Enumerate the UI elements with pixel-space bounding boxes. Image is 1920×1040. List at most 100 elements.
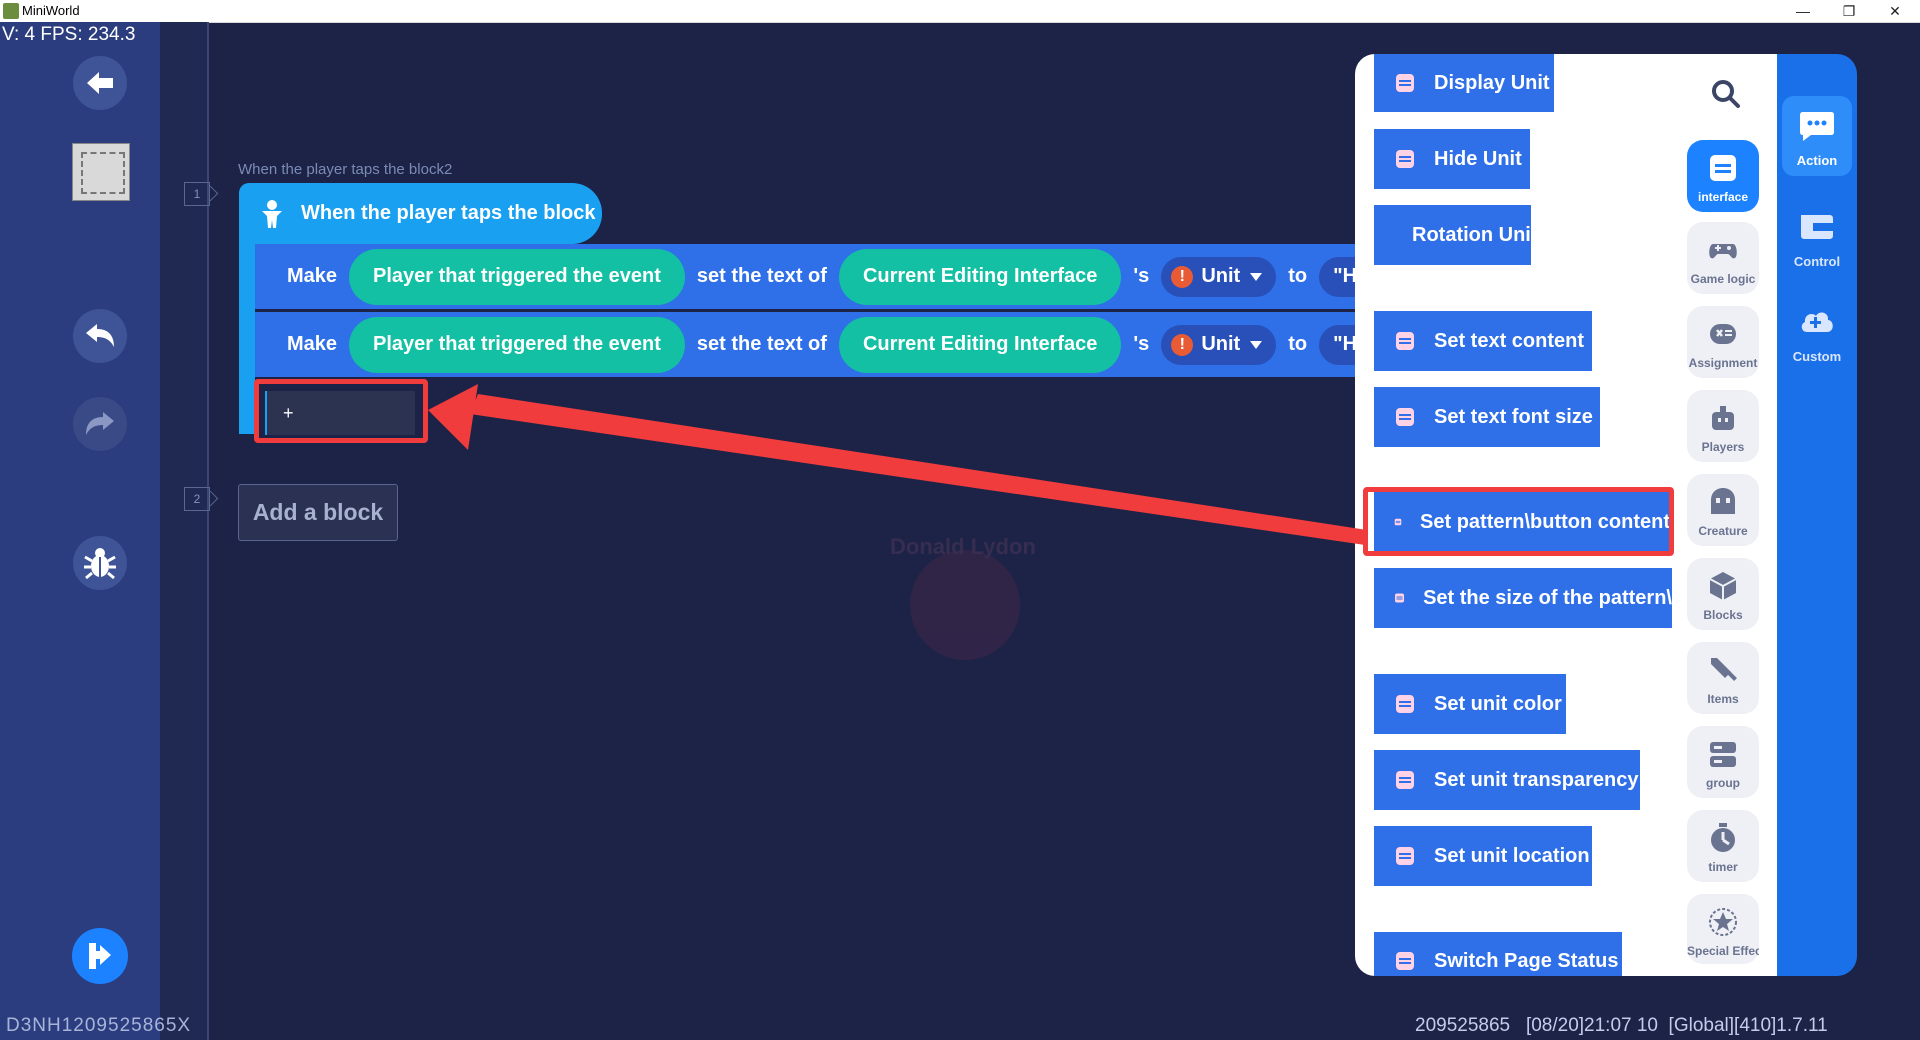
- block-label: Rotation Unit: [1412, 223, 1531, 246]
- block-set-pattern-size[interactable]: Set the size of the pattern\: [1374, 568, 1672, 628]
- undo-icon: [86, 324, 114, 347]
- category-interface[interactable]: interface: [1687, 140, 1759, 212]
- block-label: Set unit transparency: [1434, 768, 1639, 791]
- creature-icon: [1711, 488, 1735, 514]
- control-icon: [1801, 215, 1833, 239]
- event-block[interactable]: When the player taps the block: [239, 183, 602, 244]
- search-icon[interactable]: [1711, 79, 1741, 109]
- block-set-unit-color[interactable]: Set unit color: [1374, 674, 1566, 734]
- unit-dropdown[interactable]: ! Unit: [1161, 256, 1277, 297]
- category-group[interactable]: group: [1687, 726, 1759, 798]
- category-assignment[interactable]: Assignment: [1687, 306, 1759, 378]
- assignment-icon: [1710, 324, 1736, 344]
- redo-button[interactable]: [73, 397, 127, 451]
- chevron-down-icon: [1250, 272, 1263, 281]
- player-parameter[interactable]: Player that triggered the event: [349, 316, 685, 373]
- block-rotation-unit[interactable]: Rotation Unit: [1374, 205, 1531, 265]
- block-set-text-content[interactable]: Set text content: [1374, 311, 1592, 371]
- redo-icon: [86, 412, 114, 435]
- block-label: Hide Unit: [1434, 147, 1522, 170]
- watermark: Donald Lydon: [880, 510, 1060, 670]
- tap-player-icon: [262, 199, 282, 228]
- interface-icon: [1396, 695, 1414, 713]
- cube-icon: [1709, 572, 1737, 600]
- debug-button[interactable]: [73, 536, 127, 590]
- event-block-rail: [239, 240, 255, 434]
- device-id: D3NH1209525865X: [6, 1015, 192, 1036]
- action-block-row[interactable]: Make Player that triggered the event set…: [255, 312, 1355, 377]
- build-info: 209525865 [08/20]21:07 10 [Global][410]1…: [1415, 1015, 1828, 1036]
- nav-action[interactable]: Action: [1782, 96, 1852, 176]
- possessive-keyword: 's: [1133, 333, 1150, 355]
- interface-icon: [1396, 408, 1414, 426]
- text-value-input[interactable]: "Hell: [1319, 256, 1355, 297]
- interface-icon: [1395, 593, 1405, 603]
- watermark-logo: [910, 550, 1020, 660]
- category-blocks[interactable]: Blocks: [1687, 558, 1759, 630]
- block-label: Display Unit: [1434, 71, 1550, 94]
- text-value-input[interactable]: "Hell: [1319, 324, 1355, 365]
- make-keyword: Make: [287, 265, 338, 287]
- category-items[interactable]: Items: [1687, 642, 1759, 714]
- back-button[interactable]: [73, 56, 127, 110]
- unit-dropdown[interactable]: ! Unit: [1161, 324, 1277, 365]
- close-button[interactable]: ✕: [1872, 0, 1918, 22]
- interface-icon: [1396, 771, 1414, 789]
- block-label: Set text content: [1434, 329, 1585, 352]
- category-players[interactable]: Players: [1687, 390, 1759, 462]
- category-special-effect[interactable]: Special Effect: [1687, 894, 1759, 964]
- fps-readout: V: 4 FPS: 234.3: [2, 24, 136, 45]
- chevron-down-icon: [1250, 340, 1263, 349]
- window-title: MiniWorld: [22, 3, 80, 18]
- run-button[interactable]: [72, 928, 128, 984]
- map-thumbnail[interactable]: [72, 143, 130, 201]
- interface-parameter[interactable]: Current Editing Interface: [838, 248, 1122, 305]
- editor-gutter: [160, 22, 209, 1040]
- line-number-2: 2: [184, 487, 210, 511]
- minimize-button[interactable]: —: [1780, 0, 1826, 22]
- block-label: Set unit location: [1434, 844, 1590, 867]
- block-label: Set unit color: [1434, 692, 1562, 715]
- run-icon: [89, 943, 111, 969]
- undo-button[interactable]: [73, 309, 127, 363]
- category-game-logic[interactable]: Game logic: [1687, 222, 1759, 294]
- nav-custom[interactable]: Custom: [1782, 292, 1852, 372]
- nav-control[interactable]: Control: [1782, 197, 1852, 277]
- to-keyword: to: [1288, 265, 1308, 287]
- block-label: Set the size of the pattern\: [1423, 586, 1672, 609]
- set-text-keyword: set the text of: [696, 265, 827, 287]
- to-keyword: to: [1288, 333, 1308, 355]
- category-column: interface Game logic Assignment Players …: [1676, 54, 1777, 976]
- block-set-unit-location[interactable]: Set unit location: [1374, 826, 1592, 886]
- make-keyword: Make: [287, 333, 338, 355]
- category-creature[interactable]: Creature: [1687, 474, 1759, 546]
- timer-icon: [1711, 823, 1735, 852]
- block-set-text-font-size[interactable]: Set text font size: [1374, 387, 1600, 447]
- group-icon: [1710, 742, 1736, 767]
- category-timer[interactable]: timer: [1687, 810, 1759, 882]
- block-switch-page-status[interactable]: Switch Page Status: [1374, 932, 1622, 976]
- chat-bubble-icon: [1800, 112, 1834, 141]
- interface-icon: [1396, 74, 1414, 92]
- gutter-divider: [207, 22, 209, 1040]
- set-text-keyword: set the text of: [696, 333, 827, 355]
- interface-icon: [1396, 150, 1414, 168]
- interface-parameter[interactable]: Current Editing Interface: [838, 316, 1122, 373]
- event-label: When the player taps the block2: [238, 161, 453, 178]
- event-block-label: When the player taps the block: [301, 202, 596, 224]
- player-icon: [1712, 406, 1734, 430]
- interface-icon: [1710, 155, 1736, 181]
- add-block-button[interactable]: Add a block: [238, 484, 398, 541]
- gamepad-icon: [1709, 244, 1737, 259]
- player-parameter[interactable]: Player that triggered the event: [349, 248, 685, 305]
- block-hide-unit[interactable]: Hide Unit: [1374, 129, 1530, 189]
- interface-icon: [1396, 332, 1414, 350]
- block-display-unit[interactable]: Display Unit: [1374, 54, 1554, 112]
- action-block-row[interactable]: Make Player that triggered the event set…: [255, 244, 1355, 309]
- window-titlebar: MiniWorld — ❐ ✕: [0, 0, 1920, 23]
- block-label: Set text font size: [1434, 405, 1593, 428]
- back-arrow-icon: [87, 72, 113, 94]
- block-set-unit-transparency[interactable]: Set unit transparency: [1374, 750, 1640, 810]
- maximize-button[interactable]: ❐: [1826, 0, 1872, 22]
- sword-icon: [1711, 658, 1737, 681]
